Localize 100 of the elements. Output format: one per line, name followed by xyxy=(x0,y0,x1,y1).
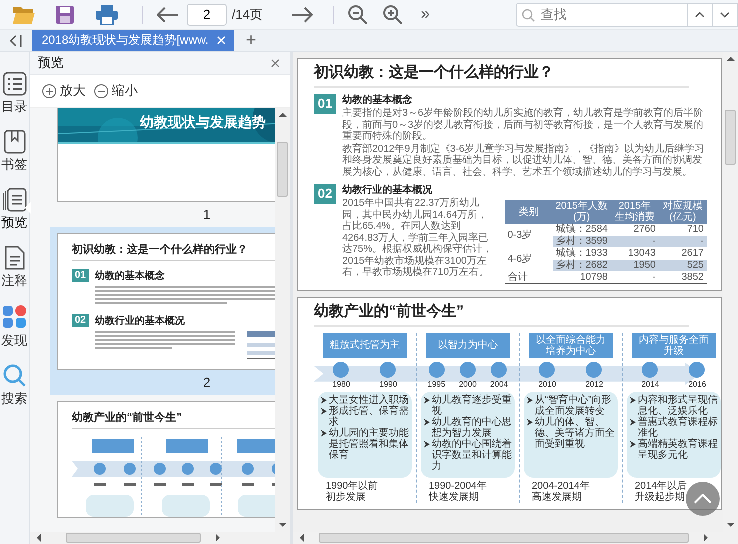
bullet-icon xyxy=(527,397,533,404)
bullet-text: 普惠式教育课程标准化 xyxy=(638,417,718,439)
table-cell: 3852 xyxy=(659,272,707,284)
scrollbar-thumb[interactable] xyxy=(66,533,201,543)
table-cell: 1950 xyxy=(611,260,659,272)
scroll-left-icon[interactable] xyxy=(299,534,305,542)
sidebar-tab[interactable]: 目录 xyxy=(0,72,30,116)
scrollbar-thumb[interactable] xyxy=(319,533,689,543)
year-label: 1995 xyxy=(428,380,446,389)
timeline-dot xyxy=(586,362,602,378)
printer-icon[interactable] xyxy=(96,4,118,24)
bullet-icon xyxy=(527,419,533,426)
section-number: 02 xyxy=(314,184,336,204)
section-number: 01 xyxy=(72,269,90,282)
bullet-text: 高端精英教育课程呈现多元化 xyxy=(638,439,718,461)
zoom-in-icon[interactable] xyxy=(383,4,404,24)
close-icon[interactable] xyxy=(271,58,280,68)
scroll-up-icon[interactable] xyxy=(278,112,286,118)
year-label: 1990 xyxy=(380,380,398,389)
period-label: 2004-2014年 高速发展期 xyxy=(532,481,590,503)
bullet-icon xyxy=(630,441,636,448)
page-thumbnail[interactable]: 幼教现状与发展趋势 xyxy=(57,108,275,202)
horizontal-scrollbar[interactable] xyxy=(30,532,290,544)
table-cell: 525 xyxy=(659,260,707,272)
bullet-text: 大量女性进入职场 xyxy=(329,395,409,406)
section-number: 01 xyxy=(314,94,336,114)
column-header: 类别 xyxy=(504,200,553,224)
stage-label: 粗放式托管为主 xyxy=(323,333,407,358)
page-thumbnail[interactable]: 初识幼教：这是一个什么样的行业？ 01 幼教的基本概念 02 幼教行业的基本概况 xyxy=(57,233,275,370)
sidebar-tab[interactable]: 书签 xyxy=(0,130,30,174)
page-total: /14页 xyxy=(232,6,264,24)
more-button[interactable]: » xyxy=(417,6,434,24)
period-label: 1990年以前 初步发展 xyxy=(326,481,378,503)
forward-arrow-icon[interactable] xyxy=(291,6,314,22)
slide-title: 幼教产业的“前世今生” xyxy=(314,302,689,327)
year-label: 2016 xyxy=(688,380,706,389)
year-label: 2014 xyxy=(642,380,660,389)
caret-up-icon xyxy=(695,12,705,18)
scroll-left-icon[interactable] xyxy=(36,534,42,542)
bullet-icon xyxy=(321,397,327,404)
bullet-icon xyxy=(424,397,430,404)
zoom-out-icon[interactable] xyxy=(348,4,368,24)
table-cell: - xyxy=(659,236,707,248)
collapse-sidebar-icon[interactable] xyxy=(9,34,23,46)
scroll-down-icon[interactable] xyxy=(278,522,286,528)
scrollbar-thumb[interactable] xyxy=(725,110,736,165)
paragraph: 主要指的是对3～6岁年龄阶段的幼儿所实施的教育，幼儿教育是学前教育的后半阶段，前面与0～3岁的婴儿教育衔接，后面与初等教育衔接，是一个人教育与发展的重要而特殊的阶段。 xyxy=(342,108,705,142)
timeline-dot xyxy=(380,362,396,378)
search-field[interactable]: 查找 xyxy=(516,2,688,26)
section-heading: 幼教的基本概念 xyxy=(95,270,166,283)
bullet-text: 从“智育中心”向形成全面发展转变 xyxy=(535,395,613,417)
section-heading: 幼教的基本概念 xyxy=(342,95,414,107)
page-number: 2 xyxy=(202,375,212,390)
vertical-scrollbar[interactable] xyxy=(275,108,290,532)
timeline-dot xyxy=(428,362,445,378)
stage-label: 内容与服务全面升级 xyxy=(632,333,716,358)
year-label: 2010 xyxy=(538,380,556,389)
app-grid-icon xyxy=(2,304,28,330)
scrollbar-thumb[interactable] xyxy=(277,142,288,197)
panel-title: 预览 xyxy=(38,54,64,72)
zoom-out-button[interactable]: 缩小 xyxy=(94,82,138,100)
scroll-right-icon[interactable] xyxy=(215,534,221,542)
caret-down-icon xyxy=(720,12,730,18)
sidebar-tab[interactable]: 发现 xyxy=(0,304,30,350)
timeline-dot xyxy=(539,362,556,378)
sidebar-tab[interactable]: 注释 xyxy=(0,246,30,290)
scroll-up-icon[interactable] xyxy=(726,56,734,62)
bullet-text: 幼儿教育的中心思想为智力发展 xyxy=(432,417,512,439)
table-cell: 10798 xyxy=(552,272,611,284)
paragraph: 教育部2012年9月制定《3-6岁儿童学习与发展指南》，《指南》以为幼儿后继学习和终身发展奠定良好素质基础为目标，以促进幼儿体、智、德、美各方面的协调发展为核心，从健康、语言、社会、科学、艺术五个领域描述幼儿的学习与发展。 xyxy=(342,144,706,178)
zoom-in-button[interactable]: 放大 xyxy=(42,82,86,100)
timeline-dot xyxy=(689,362,706,378)
stage-label: 以智力为中心 xyxy=(426,333,510,358)
scroll-down-icon[interactable] xyxy=(726,522,734,528)
year-label: 2000 xyxy=(459,380,477,389)
thumbnail-item[interactable]: 初识幼教：这是一个什么样的行业？ 01 幼教的基本概念 02 幼教行业的基本概况 2 xyxy=(50,227,275,395)
column-header: 2015年人数(万) xyxy=(552,200,611,224)
bullet-icon xyxy=(630,397,636,404)
bullet-icon xyxy=(321,430,327,437)
page-number-field[interactable]: 2 xyxy=(187,4,227,26)
thumbnail-item[interactable]: 幼教现状与发展趋势 1 xyxy=(50,108,275,227)
save-icon[interactable] xyxy=(56,6,74,24)
table-cell: 乡村：3599 xyxy=(552,236,611,248)
timeline-dot xyxy=(491,362,508,378)
pages-icon xyxy=(2,188,26,212)
stage-label: 以全面综合能力培养为中心 xyxy=(529,333,613,358)
list-icon xyxy=(2,72,26,96)
new-tab-button[interactable]: + xyxy=(238,30,265,51)
back-arrow-icon[interactable] xyxy=(157,6,179,22)
folder-icon[interactable] xyxy=(12,4,36,24)
period-label: 2014年以后 升级起步期 xyxy=(635,481,688,503)
bullet-icon xyxy=(630,419,636,426)
bullet-text: 幼儿的体、智、德、美等诸方面全面受到重视 xyxy=(535,417,615,450)
bookmark-icon xyxy=(4,130,26,154)
table-cell: - xyxy=(611,236,659,248)
search-icon xyxy=(2,364,26,388)
scroll-right-icon[interactable] xyxy=(703,534,709,542)
sidebar-tab[interactable]: 搜索 xyxy=(0,364,30,408)
zoom-out-icon xyxy=(94,84,109,98)
document-tab[interactable]: 2018幼教现状与发展趋势[www. xyxy=(32,30,234,51)
